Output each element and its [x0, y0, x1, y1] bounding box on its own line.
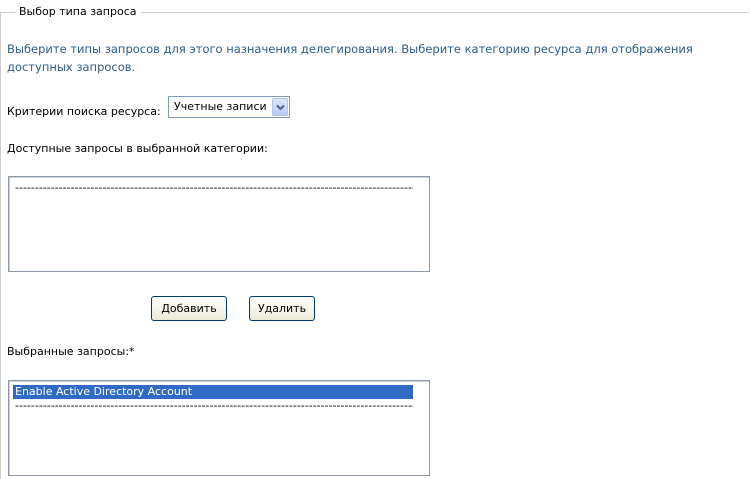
list-item[interactable]: ----------------------------------------… — [13, 181, 413, 195]
chevron-down-icon — [276, 104, 285, 111]
add-button[interactable]: Добавить — [151, 296, 227, 321]
list-item-selected[interactable]: Enable Active Directory Account — [13, 385, 413, 399]
selected-requests-label: Выбранные запросы:* — [7, 345, 135, 358]
resource-category-select[interactable]: Учетные записи — [168, 96, 290, 118]
available-requests-label: Доступные запросы в выбранной категории: — [7, 142, 268, 155]
selected-requests-list[interactable]: Enable Active Directory Account --------… — [8, 380, 430, 476]
intro-text: Выберите типы запросов для этого назначе… — [7, 42, 693, 74]
list-item[interactable]: ----------------------------------------… — [13, 399, 413, 413]
request-type-panel: Выбор типа запроса Выберите типы запросо… — [0, 0, 750, 479]
select-value: Учетные записи — [174, 100, 267, 113]
section-legend: Выбор типа запроса — [15, 5, 141, 18]
remove-button[interactable]: Удалить — [249, 296, 315, 321]
available-requests-list[interactable]: ----------------------------------------… — [8, 176, 430, 272]
criteria-label: Критерии поиска ресурса: — [7, 105, 161, 118]
dropdown-arrow-button[interactable] — [272, 98, 288, 116]
